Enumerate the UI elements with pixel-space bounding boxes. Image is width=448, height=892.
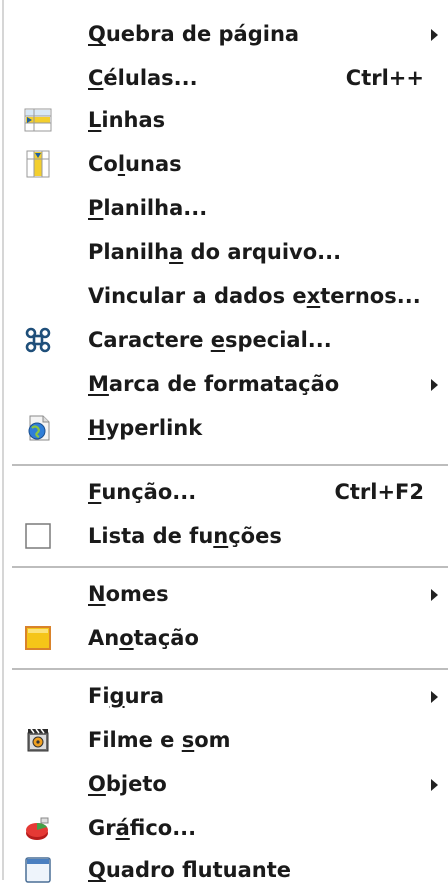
menu-item-celulas[interactable]: Células... Ctrl++ bbox=[0, 56, 448, 100]
submenu-arrow-icon bbox=[431, 691, 438, 703]
menu-item-caractere-especial[interactable]: Caractere especial... bbox=[0, 318, 448, 362]
menu-item-label: Hyperlink bbox=[88, 416, 203, 440]
menu-item-planilha[interactable]: Planilha... bbox=[0, 186, 448, 230]
menu-item-label: Figura bbox=[88, 684, 165, 708]
menu-item-nomes[interactable]: Nomes bbox=[0, 572, 448, 616]
menu-item-label: Planilha... bbox=[88, 196, 208, 220]
menu-item-grafico[interactable]: Gráfico... bbox=[0, 806, 448, 850]
menu-item-colunas[interactable]: Colunas bbox=[0, 142, 448, 186]
submenu-arrow-icon bbox=[431, 379, 438, 391]
insert-menu: Quebra de página Células... Ctrl++ Linha… bbox=[0, 0, 448, 883]
menu-item-label: Vincular a dados externos... bbox=[88, 284, 421, 308]
menu-item-label: Lista de funções bbox=[88, 524, 282, 548]
menu-item-label: Filme e som bbox=[88, 728, 231, 752]
menu-item-linhas[interactable]: Linhas bbox=[0, 98, 448, 142]
submenu-arrow-icon bbox=[431, 589, 438, 601]
menu-item-label: Quebra de página bbox=[88, 22, 300, 46]
menu-item-label: Gráfico... bbox=[88, 816, 197, 840]
pie-chart-icon bbox=[24, 814, 52, 842]
menu-item-lista-de-funcoes[interactable]: Lista de funções bbox=[0, 514, 448, 558]
checkbox-icon bbox=[24, 522, 52, 550]
submenu-arrow-icon bbox=[431, 29, 438, 41]
menu-item-label: Quadro flutuante bbox=[88, 858, 292, 882]
menu-item-label: Colunas bbox=[88, 152, 182, 176]
command-key-icon bbox=[24, 326, 52, 354]
menu-item-anotacao[interactable]: Anotação bbox=[0, 616, 448, 660]
insert-columns-icon bbox=[24, 150, 52, 178]
menu-item-vincular-dados-externos[interactable]: Vincular a dados externos... bbox=[0, 274, 448, 318]
menu-item-shortcut: Ctrl+F2 bbox=[334, 480, 424, 504]
menu-item-label: Marca de formatação bbox=[88, 372, 340, 396]
menu-item-label: Anotação bbox=[88, 626, 199, 650]
menu-item-label: Função... bbox=[88, 480, 197, 504]
menu-item-label: Caractere especial... bbox=[88, 328, 332, 352]
menu-item-filme-e-som[interactable]: Filme e som bbox=[0, 718, 448, 762]
menu-item-label: Linhas bbox=[88, 108, 166, 132]
hyperlink-icon bbox=[24, 414, 52, 442]
submenu-arrow-icon bbox=[431, 779, 438, 791]
menu-separator bbox=[12, 668, 448, 670]
menu-item-objeto[interactable]: Objeto bbox=[0, 762, 448, 806]
menu-item-planilha-do-arquivo[interactable]: Planilha do arquivo... bbox=[0, 230, 448, 274]
menu-item-label: Células... bbox=[88, 66, 198, 90]
menu-item-hyperlink[interactable]: Hyperlink bbox=[0, 406, 448, 450]
menu-item-funcao[interactable]: Função... Ctrl+F2 bbox=[0, 470, 448, 514]
menu-item-figura[interactable]: Figura bbox=[0, 674, 448, 718]
menu-item-label: Planilha do arquivo... bbox=[88, 240, 342, 264]
menu-separator bbox=[12, 464, 448, 466]
menu-item-label: Objeto bbox=[88, 772, 167, 796]
movie-sound-icon bbox=[24, 726, 52, 754]
menu-item-shortcut: Ctrl++ bbox=[345, 66, 424, 90]
insert-rows-icon bbox=[24, 106, 52, 134]
menu-item-quadro-flutuante[interactable]: Quadro flutuante bbox=[0, 848, 448, 892]
menu-item-quebra-de-pagina[interactable]: Quebra de página bbox=[0, 12, 448, 56]
comment-note-icon bbox=[24, 624, 52, 652]
menu-separator bbox=[12, 566, 448, 568]
menu-item-label: Nomes bbox=[88, 582, 169, 606]
menu-item-marca-de-formatacao[interactable]: Marca de formatação bbox=[0, 362, 448, 406]
